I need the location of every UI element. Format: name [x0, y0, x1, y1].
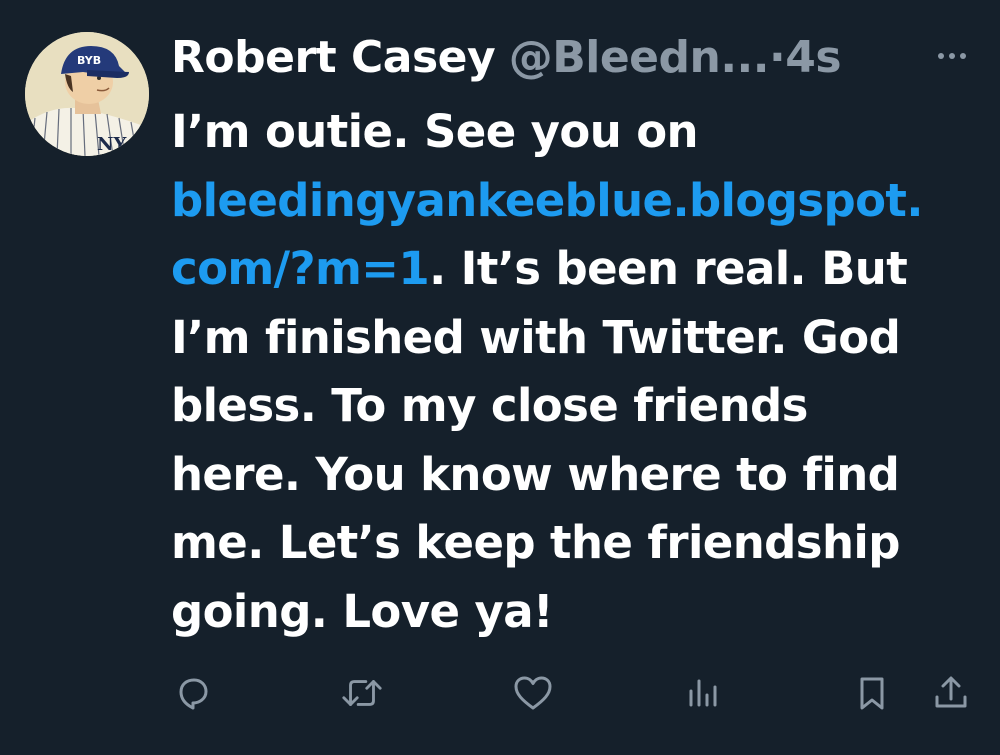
more-options-button[interactable] [930, 36, 974, 76]
tweet-line: bleedingyankeeblue.blogspot. [171, 167, 971, 236]
retweet-icon [342, 680, 382, 706]
share-button[interactable] [929, 665, 973, 721]
display-name[interactable]: Robert Casey [171, 32, 496, 83]
tweet-line: I’m finished with Twitter. God [171, 310, 901, 364]
blog-link[interactable]: bleedingyankeeblue.blogspot. [171, 174, 923, 227]
views-button[interactable] [681, 665, 725, 721]
like-icon [514, 676, 552, 710]
user-handle[interactable]: @Bleedn... [509, 32, 770, 83]
tweet-text: I’m outie. See you on bleedingyankeeblue… [171, 98, 971, 646]
reply-button[interactable] [171, 665, 215, 721]
bookmark-icon [860, 677, 884, 710]
timestamp[interactable]: 4s [785, 32, 841, 83]
tweet-header: Robert Casey @Bleedn...·4s [171, 30, 911, 86]
avatar-badge: BYB [77, 54, 101, 67]
tweet-line: bless. To my close friends [171, 379, 808, 432]
tweet-line: me. Let’s keep the friendship [171, 516, 900, 569]
tweet-line: going. Love ya! [171, 584, 554, 638]
tweet-line: com/?m=1. It’s been real. But [171, 242, 908, 295]
more-icon [938, 53, 966, 59]
tweet[interactable]: NY BYB Robert Casey @Bleedn...·4s I’m ou… [0, 0, 1000, 755]
share-icon [935, 676, 967, 708]
separator-dot: · [768, 32, 786, 83]
like-button[interactable] [511, 665, 555, 721]
action-bar [0, 665, 1000, 725]
bookmark-button[interactable] [850, 665, 894, 721]
views-icon [689, 679, 717, 707]
retweet-button[interactable] [340, 665, 384, 721]
avatar-illustration: NY BYB [25, 32, 149, 156]
reply-icon [179, 678, 208, 710]
blog-link-continued[interactable]: com/?m=1 [171, 242, 430, 295]
svg-text:NY: NY [97, 134, 127, 155]
tweet-line: I’m outie. See you on [171, 105, 699, 158]
tweet-line: here. You know where to find [171, 447, 900, 501]
avatar[interactable]: NY BYB [25, 32, 149, 156]
